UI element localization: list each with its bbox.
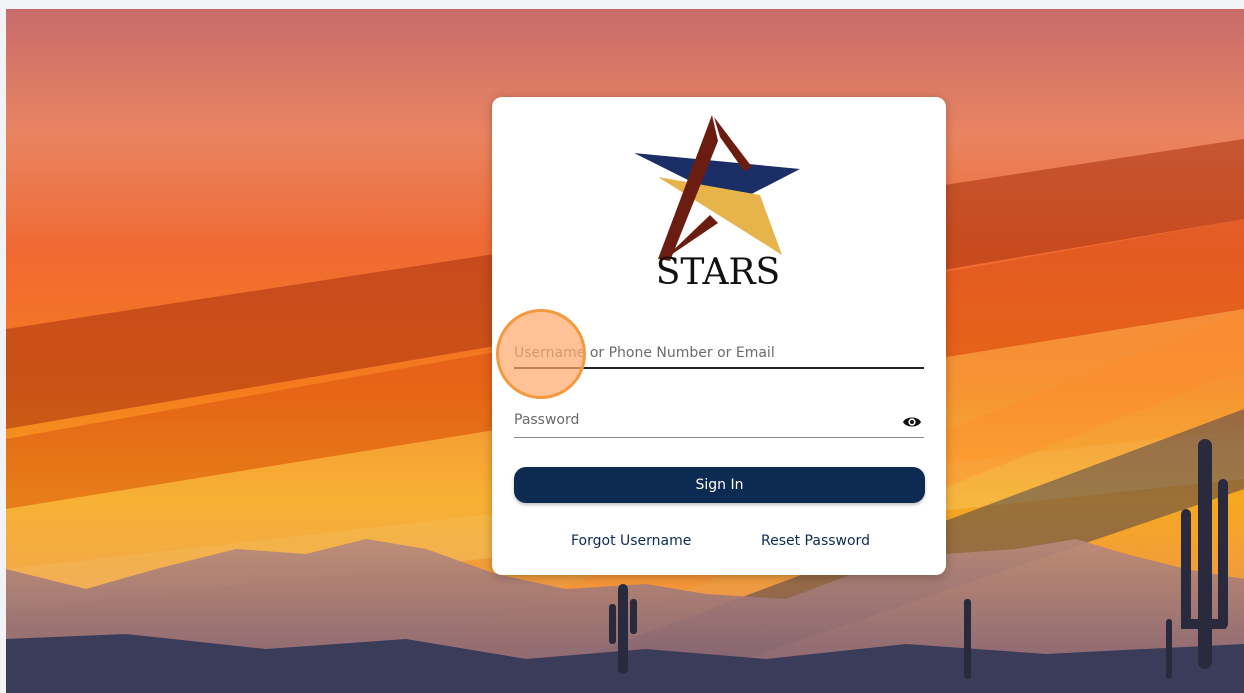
logo-text: STARS [656,252,780,289]
password-input[interactable] [514,403,924,437]
username-input[interactable] [514,339,924,367]
forgot-username-link[interactable]: Forgot Username [571,533,691,549]
password-field [514,403,924,438]
stars-logo: STARS [630,111,806,289]
username-field [514,339,924,369]
login-card: STARS Sign In Forgot Username Reset Pass… [492,97,946,575]
sign-in-button[interactable]: Sign In [514,467,925,503]
reset-password-link[interactable]: Reset Password [761,533,870,549]
login-links: Forgot Username Reset Password [492,533,946,553]
eye-icon[interactable] [902,415,922,429]
